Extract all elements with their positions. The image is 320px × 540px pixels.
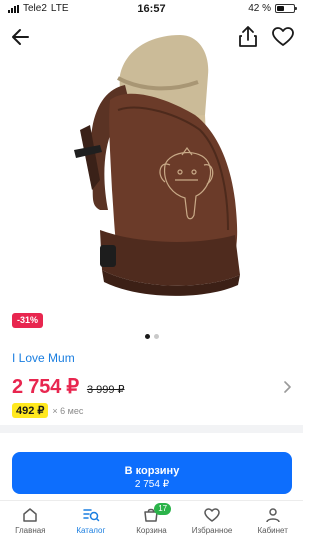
home-icon xyxy=(23,508,38,522)
cart-count-badge: 17 xyxy=(154,503,172,515)
user-icon xyxy=(265,508,280,523)
battery-fill xyxy=(277,6,284,11)
tab-account-label: Кабинет xyxy=(257,526,288,535)
installment-row[interactable]: 492 ₽ × 6 мес xyxy=(12,403,83,418)
shop-name-link[interactable]: I Love Mum xyxy=(12,351,75,365)
battery-percent: 42 % xyxy=(248,3,271,14)
add-to-cart-button[interactable]: В корзину 2 754 ₽ xyxy=(12,452,292,494)
tab-cart-label: Корзина xyxy=(136,526,167,535)
current-price: 2 754 ₽ xyxy=(12,376,79,398)
discount-badge: -31% xyxy=(12,313,44,328)
bottom-tab-bar: Главная Каталог 17 Корзина Избранное Каб… xyxy=(0,500,303,540)
status-bar: Tele2 LTE 16:57 42 % xyxy=(0,0,303,18)
gallery-dot[interactable] xyxy=(153,334,159,339)
heart-icon xyxy=(204,508,220,522)
tab-favorites[interactable]: Избранное xyxy=(182,501,243,540)
tab-home[interactable]: Главная xyxy=(0,501,61,540)
tab-account[interactable]: Кабинет xyxy=(242,501,303,540)
installment-price: 492 ₽ xyxy=(12,403,49,418)
battery-icon xyxy=(275,4,297,13)
tab-cart[interactable]: 17 Корзина xyxy=(121,501,182,540)
catalog-search-icon xyxy=(83,509,100,522)
product-image[interactable] xyxy=(30,30,280,330)
old-price: 3 999 ₽ xyxy=(86,384,125,396)
status-right: 42 % xyxy=(248,3,297,14)
cart-button-label: В корзину xyxy=(124,464,180,477)
installment-term: × 6 мес xyxy=(52,405,84,416)
cart-button-price: 2 754 ₽ xyxy=(134,478,170,490)
tab-favorites-label: Избранное xyxy=(191,526,233,535)
section-divider xyxy=(0,425,303,433)
chevron-right-icon[interactable] xyxy=(282,380,292,394)
gallery-dot-active[interactable] xyxy=(144,334,150,339)
tab-catalog-label: Каталог xyxy=(76,526,106,535)
gallery-dots xyxy=(0,334,303,339)
tab-home-label: Главная xyxy=(15,526,46,535)
tab-catalog[interactable]: Каталог xyxy=(61,501,122,540)
price-row: 2 754 ₽ 3 999 ₽ xyxy=(12,374,125,399)
